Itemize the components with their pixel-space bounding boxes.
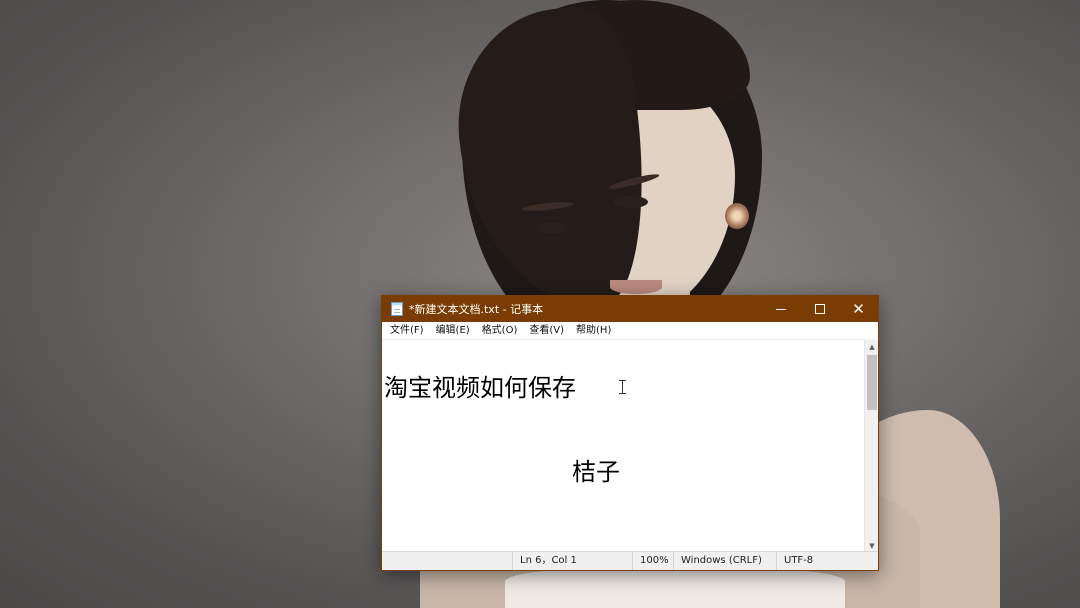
vertical-scrollbar[interactable]: ▲ ▼ (864, 340, 878, 553)
menu-file[interactable]: 文件(F) (384, 322, 430, 340)
menu-view[interactable]: 查看(V) (523, 322, 570, 340)
close-button[interactable]: ✕ (839, 296, 878, 322)
scroll-up-icon[interactable]: ▲ (865, 340, 879, 354)
scroll-thumb[interactable] (867, 355, 877, 410)
maximize-icon (814, 304, 825, 314)
status-position: Ln 6，Col 1 (512, 552, 632, 570)
text-editor-area[interactable]: 淘宝视频如何保存 桔子 (382, 340, 865, 553)
minimize-button[interactable] (761, 296, 800, 322)
wallpaper-lips (610, 280, 662, 294)
notepad-window[interactable]: *新建文本文档.txt - 记事本 ✕ 文件(F) 编辑(E) 格式(O) 查看… (381, 295, 879, 571)
maximize-button[interactable] (800, 296, 839, 322)
status-spacer (382, 552, 512, 570)
wallpaper-eye-right (614, 196, 648, 208)
minimize-icon (775, 308, 786, 310)
notepad-icon[interactable] (391, 302, 403, 316)
wallpaper-earring (725, 203, 749, 229)
menu-help[interactable]: 帮助(H) (570, 322, 617, 340)
close-icon: ✕ (852, 299, 865, 318)
menu-bar: 文件(F) 编辑(E) 格式(O) 查看(V) 帮助(H) (382, 322, 878, 340)
window-title: *新建文本文档.txt - 记事本 (409, 303, 544, 316)
menu-edit[interactable]: 编辑(E) (430, 322, 476, 340)
status-line-ending: Windows (CRLF) (673, 552, 776, 570)
menu-format[interactable]: 格式(O) (476, 322, 524, 340)
title-bar[interactable]: *新建文本文档.txt - 记事本 ✕ (382, 296, 878, 322)
window-controls: ✕ (761, 296, 878, 322)
editor-line: 桔子 (572, 458, 620, 486)
status-bar: Ln 6，Col 1 100% Windows (CRLF) UTF-8 (382, 551, 878, 570)
status-zoom: 100% (632, 552, 673, 570)
wallpaper-dress (505, 570, 845, 608)
wallpaper-eye-left (535, 222, 569, 234)
editor-line: 淘宝视频如何保存 (384, 374, 576, 402)
status-encoding: UTF-8 (776, 552, 878, 570)
text-cursor-icon (619, 380, 629, 394)
